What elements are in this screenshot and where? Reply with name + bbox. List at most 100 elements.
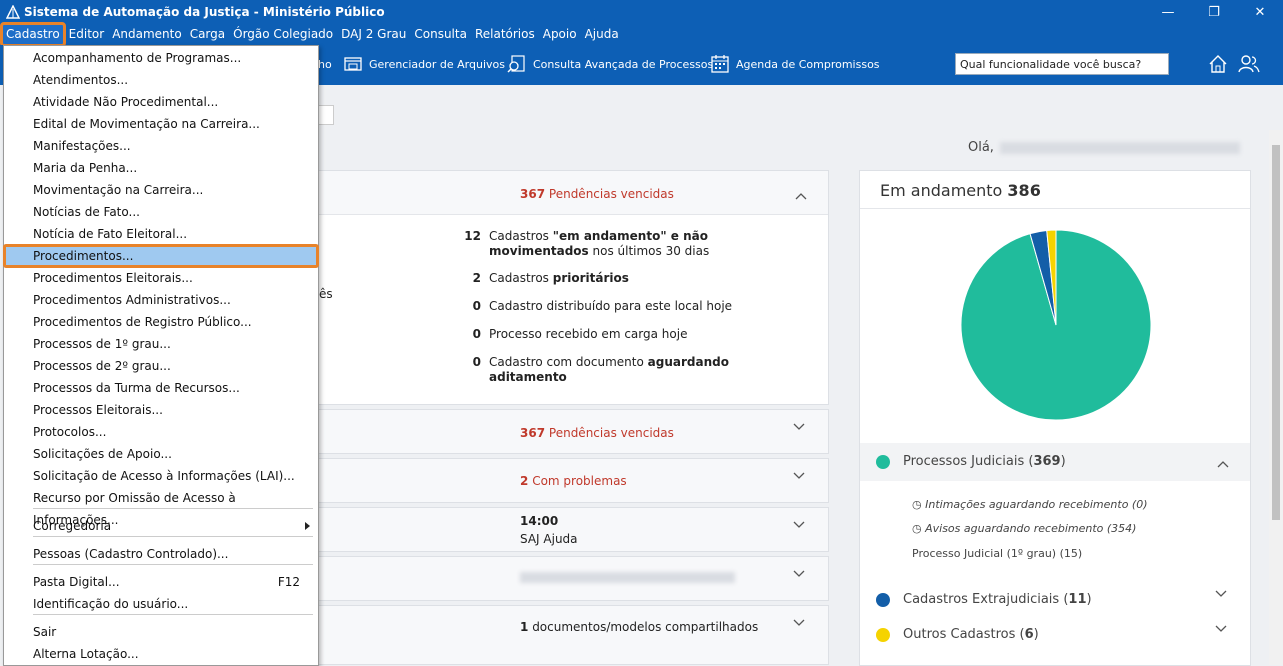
menu-option-processos-de-2-grau[interactable]: Processos de 2º grau... [4,355,318,377]
pending-card-header[interactable]: 367 Pendências vencidas [301,171,828,215]
app-logo-icon [6,5,20,19]
menu-option-label: Procedimentos Administrativos... [33,293,231,307]
menu-bar: Cadastro Editor Andamento Carga Órgão Co… [0,22,1283,47]
chevron-down-icon[interactable] [792,469,806,483]
chart-title: Em andamento 386 [880,181,1041,200]
legend-others[interactable]: Outros Cadastros (6) [876,627,1039,642]
scroll-thumb[interactable] [1272,145,1280,520]
menu-option-identifica-o-do-usu-rio[interactable]: Identificação do usuário... [4,593,318,615]
menu-orgao-colegiado[interactable]: Órgão Colegiado [229,24,337,45]
window-title: Sistema de Automação da Justiça - Minist… [24,5,385,19]
menu-option-label: Procedimentos... [33,249,134,263]
menu-option-label: Pasta Digital... [33,575,120,589]
shared-docs-card[interactable]: 1 documentos/modelos compartilhados [300,605,829,665]
menu-option-corregedoria[interactable]: Corregedoria [4,515,318,537]
chevron-down-icon[interactable] [792,518,806,532]
vertical-scrollbar[interactable] [1269,130,1283,665]
menu-separator [33,508,313,509]
toolbar-partial-label[interactable]: ho [318,58,332,71]
sub-item-notices[interactable]: ◷ Avisos aguardando recebimento (354) [912,522,1136,535]
menu-option-procedimentos[interactable]: Procedimentos... [3,244,319,268]
stat-row[interactable]: 0 Cadastro com documento aguardando adita… [451,355,809,385]
problems-count[interactable]: 2 Com problemas [520,474,627,488]
menu-option-atendimentos[interactable]: Atendimentos... [4,69,318,91]
chevron-down-icon[interactable] [1214,587,1228,601]
feature-search-input[interactable]: Qual funcionalidade você busca? [955,53,1169,75]
problems-card[interactable]: 2 Com problemas [300,458,829,503]
advanced-search-button[interactable]: Consulta Avançada de Processos [507,54,713,74]
pending-card: 367 Pendências vencidas ês 12 Cadastros "… [300,170,829,405]
home-icon[interactable] [1207,53,1229,75]
menu-option-acompanhamento-de-programas[interactable]: Acompanhamento de Programas... [4,47,318,69]
menu-option-pessoas-cadastro-controlado[interactable]: Pessoas (Cadastro Controlado)... [4,543,318,565]
menu-option-solicita-o-de-acesso-informa-es-lai[interactable]: Solicitação de Acesso à Informações (LAI… [4,465,318,487]
menu-option-processos-da-turma-de-recursos[interactable]: Processos da Turma de Recursos... [4,377,318,399]
menu-option-solicita-es-de-apoio[interactable]: Solicitações de Apoio... [4,443,318,465]
chevron-down-icon[interactable] [792,420,806,434]
agenda-card[interactable]: 14:00 SAJ Ajuda [300,507,829,552]
calendar-icon [711,55,729,73]
chevron-down-icon[interactable] [792,567,806,581]
sub-item-first-degree[interactable]: Processo Judicial (1º grau) (15) [912,547,1082,560]
menu-option-protocolos[interactable]: Protocolos... [4,421,318,443]
title-bar: Sistema de Automação da Justiça - Minist… [0,0,1283,24]
menu-relatorios[interactable]: Relatórios [471,24,539,45]
menu-option-not-cias-de-fato[interactable]: Notícias de Fato... [4,201,318,223]
menu-option-label: Atividade Não Procedimental... [33,95,219,109]
legend-extrajudicial[interactable]: Cadastros Extrajudiciais (11) [876,592,1092,607]
menu-option-processos-de-1-grau[interactable]: Processos de 1º grau... [4,333,318,355]
pending-card-2[interactable]: 367 Pendências vencidas [300,409,829,454]
menu-option-sair[interactable]: Sair [4,621,318,643]
chevron-up-icon[interactable] [794,189,808,203]
menu-ajuda[interactable]: Ajuda [581,24,623,45]
restore-button[interactable]: ❐ [1191,0,1237,24]
menu-option-maria-da-penha[interactable]: Maria da Penha... [4,157,318,179]
menu-option-movimenta-o-na-carreira[interactable]: Movimentação na Carreira... [4,179,318,201]
chevron-down-icon[interactable] [792,616,806,630]
file-manager-button[interactable]: Gerenciador de Arquivos [343,54,505,74]
legend-judicial[interactable]: Processos Judiciais (369) [876,454,1066,469]
sub-item-intimations[interactable]: ◷ Intimações aguardando recebimento (0) [912,498,1148,511]
users-icon[interactable] [1238,53,1260,75]
menu-option-processos-eleitorais[interactable]: Processos Eleitorais... [4,399,318,421]
stat-row[interactable]: 2 Cadastros prioritários [451,271,809,286]
menu-option-recurso-por-omiss-o-de-acesso-informa-es[interactable]: Recurso por Omissão de Acesso à Informaç… [4,487,318,527]
menu-option-label: Protocolos... [33,425,107,439]
menu-consulta[interactable]: Consulta [410,24,471,45]
menu-option-alterna-lota-o[interactable]: Alterna Lotação... [4,643,318,665]
menu-option-label: Processos da Turma de Recursos... [33,381,240,395]
close-button[interactable]: ✕ [1237,0,1283,24]
clock-icon: ◷ [912,498,922,511]
menu-option-procedimentos-administrativos[interactable]: Procedimentos Administrativos... [4,289,318,311]
agenda-button[interactable]: Agenda de Compromissos [710,54,880,74]
menu-daj-2-grau[interactable]: DAJ 2 Grau [337,24,410,45]
file-manager-label: Gerenciador de Arquivos [369,57,505,71]
menu-option-not-cia-de-fato-eleitoral[interactable]: Notícia de Fato Eleitoral... [4,223,318,245]
pending-overdue[interactable]: 367 Pendências vencidas [520,187,674,201]
minimize-button[interactable]: — [1145,0,1191,24]
menu-option-procedimentos-de-registro-p-blico[interactable]: Procedimentos de Registro Público... [4,311,318,333]
agenda-event: SAJ Ajuda [520,532,578,546]
stat-row[interactable]: 0 Processo recebido em carga hoje [451,327,809,342]
menu-option-procedimentos-eleitorais[interactable]: Procedimentos Eleitorais... [4,267,318,289]
menu-cadastro[interactable]: Cadastro [0,22,66,47]
menu-editor[interactable]: Editor [65,24,109,45]
menu-option-label: Movimentação na Carreira... [33,183,204,197]
menu-option-label: Notícias de Fato... [33,205,140,219]
pending-overdue-2[interactable]: 367 Pendências vencidas [520,426,674,440]
chevron-down-icon[interactable] [1214,622,1228,636]
menu-carga[interactable]: Carga [186,24,229,45]
menu-andamento[interactable]: Andamento [108,24,186,45]
menu-option-label: Solicitações de Apoio... [33,447,172,461]
stat-row[interactable]: 0 Cadastro distribuído para este local ho… [451,299,809,314]
stat-row[interactable]: 12 Cadastros "em andamento" e não movimen… [451,229,809,259]
menu-apoio[interactable]: Apoio [539,24,581,45]
filter-input[interactable] [318,105,334,125]
chevron-up-icon[interactable] [1216,457,1230,471]
menu-option-atividade-n-o-procedimental[interactable]: Atividade Não Procedimental... [4,91,318,113]
menu-option-manifesta-es[interactable]: Manifestações... [4,135,318,157]
menu-option-edital-de-movimenta-o-na-carreira[interactable]: Edital de Movimentação na Carreira... [4,113,318,135]
agenda-label: Agenda de Compromissos [736,57,880,71]
redacted-card[interactable] [300,556,829,601]
menu-option-pasta-digital[interactable]: Pasta Digital... F12 [4,571,318,593]
